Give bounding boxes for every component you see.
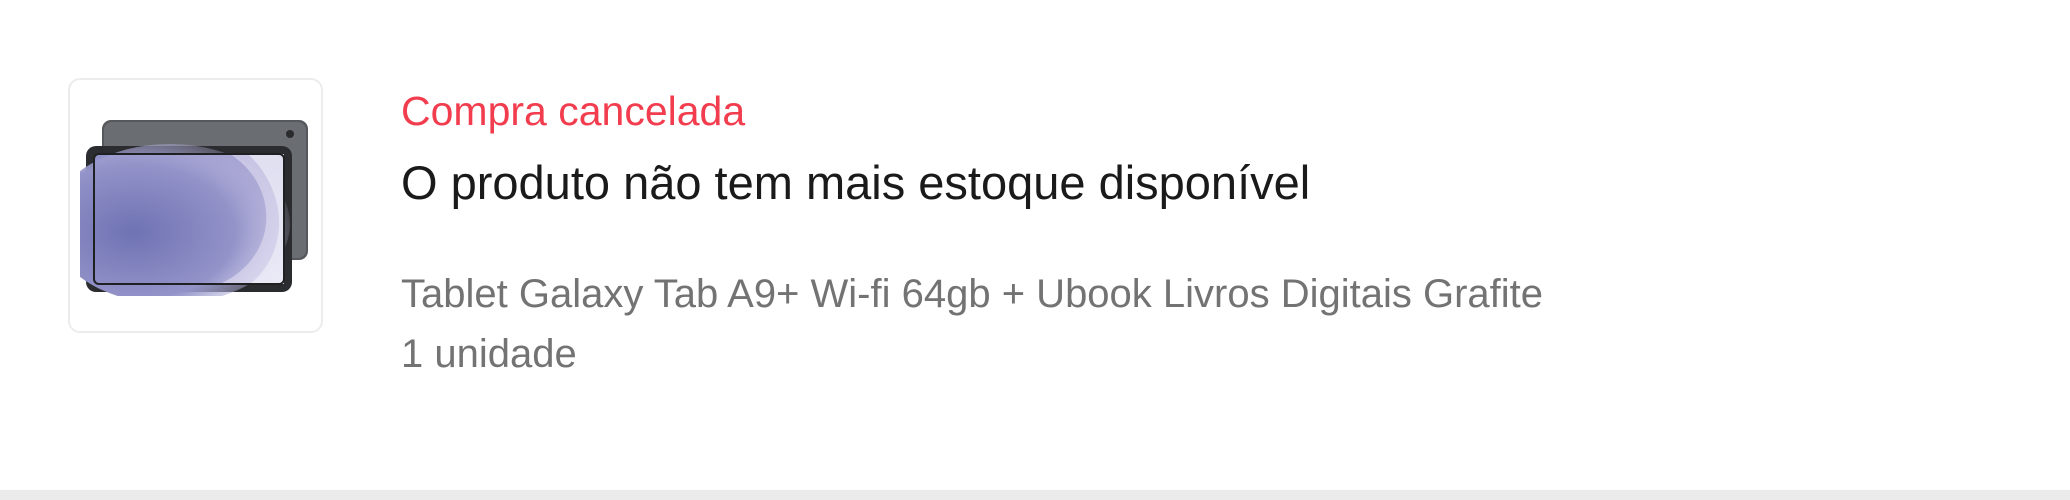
product-thumbnail[interactable] [68, 78, 323, 333]
product-title[interactable]: Tablet Galaxy Tab A9+ Wi-fi 64gb + Ubook… [401, 264, 2001, 324]
order-item-details: Compra cancelada O produto não tem mais … [401, 78, 2001, 384]
order-item-card[interactable]: Compra cancelada O produto não tem mais … [0, 0, 2070, 490]
product-quantity: 1 unidade [401, 332, 577, 376]
tablet-image [79, 119, 308, 296]
order-status-label: Compra cancelada [401, 88, 746, 134]
cancellation-reason: O produto não tem mais estoque disponíve… [401, 156, 1311, 209]
section-divider [0, 490, 2070, 500]
